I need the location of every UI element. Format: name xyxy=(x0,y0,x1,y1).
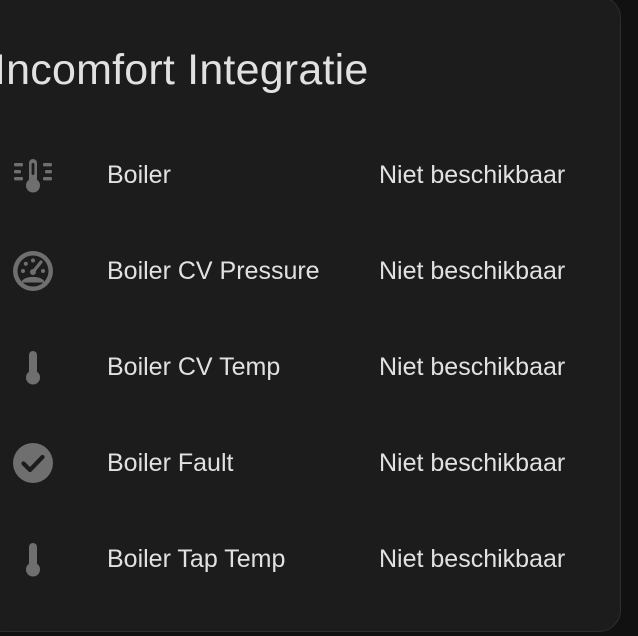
check-circle-icon[interactable] xyxy=(11,441,55,485)
entity-name: Boiler CV Temp xyxy=(107,353,281,381)
entity-state: Niet beschikbaar xyxy=(379,257,566,285)
entity-state: Niet beschikbaar xyxy=(379,353,566,381)
entity-row-boiler[interactable]: Boiler Niet beschikbaar xyxy=(0,145,638,205)
thermometer-lines-icon[interactable] xyxy=(11,153,55,197)
entity-state: Niet beschikbaar xyxy=(379,545,566,573)
entity-state: Niet beschikbaar xyxy=(379,161,566,189)
entity-name: Boiler xyxy=(107,161,171,189)
gauge-icon[interactable] xyxy=(11,249,55,293)
entity-row-boiler-fault[interactable]: Boiler Fault Niet beschikbaar xyxy=(0,433,638,493)
thermometer-icon[interactable] xyxy=(11,345,55,389)
entity-state: Niet beschikbaar xyxy=(379,449,566,477)
entity-name: Boiler Tap Temp xyxy=(107,545,286,573)
thermometer-icon[interactable] xyxy=(11,537,55,581)
entity-name: Boiler Fault xyxy=(107,449,234,477)
entity-row-boiler-cv-temp[interactable]: Boiler CV Temp Niet beschikbaar xyxy=(0,337,638,397)
entity-name: Boiler CV Pressure xyxy=(107,257,320,285)
entity-row-boiler-tap-temp[interactable]: Boiler Tap Temp Niet beschikbaar xyxy=(0,529,638,589)
entity-row-boiler-cv-pressure[interactable]: Boiler CV Pressure Niet beschikbaar xyxy=(0,241,638,301)
card-title: Incomfort Integratie xyxy=(0,46,369,94)
